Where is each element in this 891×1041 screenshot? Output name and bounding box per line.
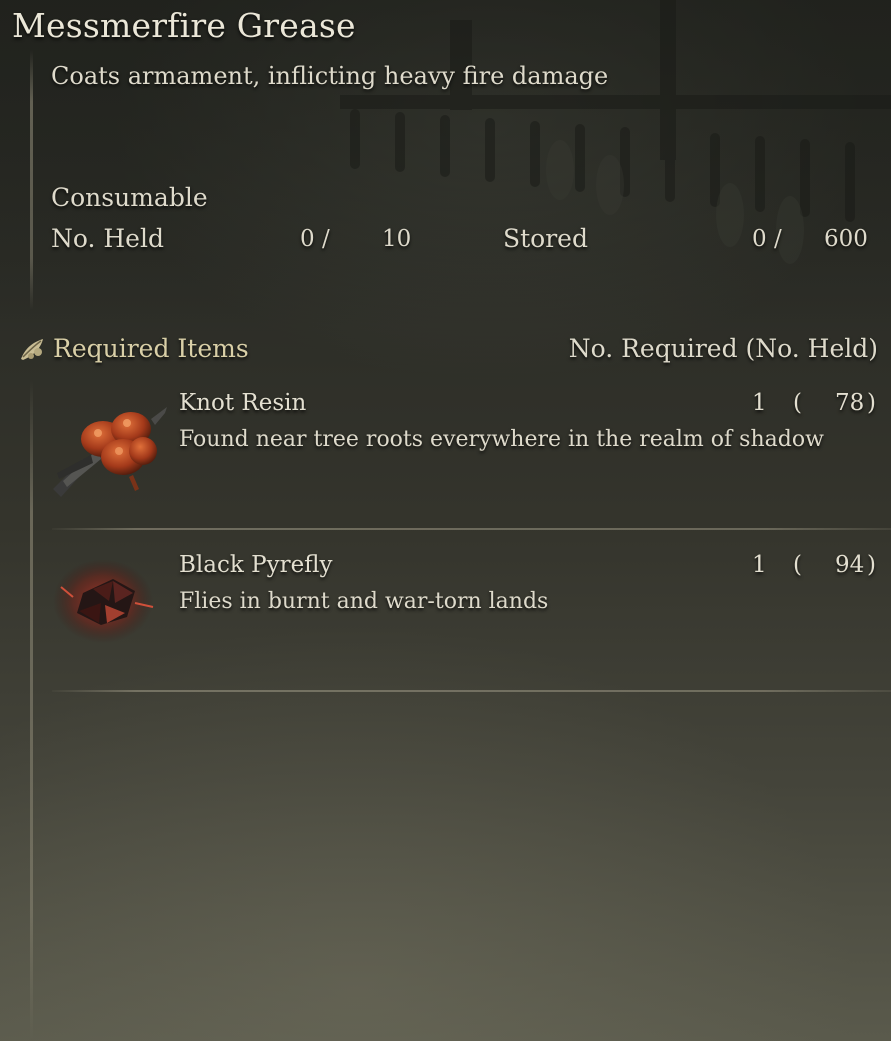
required-items-header: Required Items xyxy=(17,334,249,363)
item-divider xyxy=(52,690,891,692)
open-paren: ( xyxy=(793,552,802,578)
required-count: 1 xyxy=(752,390,767,416)
held-label: No. Held xyxy=(51,224,164,253)
left-rule-top xyxy=(30,50,33,310)
black-pyrefly-icon xyxy=(53,559,154,643)
item-category: Consumable xyxy=(51,183,208,212)
item-description: Coats armament, inflicting heavy fire da… xyxy=(51,62,609,90)
open-paren: ( xyxy=(793,390,802,416)
stored-value: 0 / xyxy=(752,226,782,252)
required-count: 1 xyxy=(752,552,767,578)
left-rule-bottom xyxy=(30,380,33,1040)
item-name: Knot Resin xyxy=(179,390,307,416)
item-description: Found near tree roots everywhere in the … xyxy=(179,427,824,452)
required-held-header: No. Required (No. Held) xyxy=(568,334,878,363)
item-name: Black Pyrefly xyxy=(179,552,333,578)
held-count: 94 xyxy=(835,552,865,578)
item-title: Messmerfire Grease xyxy=(12,6,356,45)
list-item[interactable]: Black Pyrefly Flies in burnt and war-tor… xyxy=(35,551,891,701)
list-item[interactable]: Knot Resin Found near tree roots everywh… xyxy=(35,389,891,539)
close-paren: ) xyxy=(867,390,876,416)
item-description: Flies in burnt and war-torn lands xyxy=(179,589,549,614)
required-items-label: Required Items xyxy=(53,334,249,363)
stored-max: 600 xyxy=(824,226,868,252)
held-count: 78 xyxy=(835,390,865,416)
close-paren: ) xyxy=(867,552,876,578)
held-value: 0 / xyxy=(300,226,330,252)
knot-resin-icon xyxy=(53,407,167,497)
item-divider xyxy=(52,528,891,530)
held-max: 10 xyxy=(382,226,412,252)
crafting-material-icon xyxy=(21,338,43,360)
stored-label: Stored xyxy=(503,224,588,253)
